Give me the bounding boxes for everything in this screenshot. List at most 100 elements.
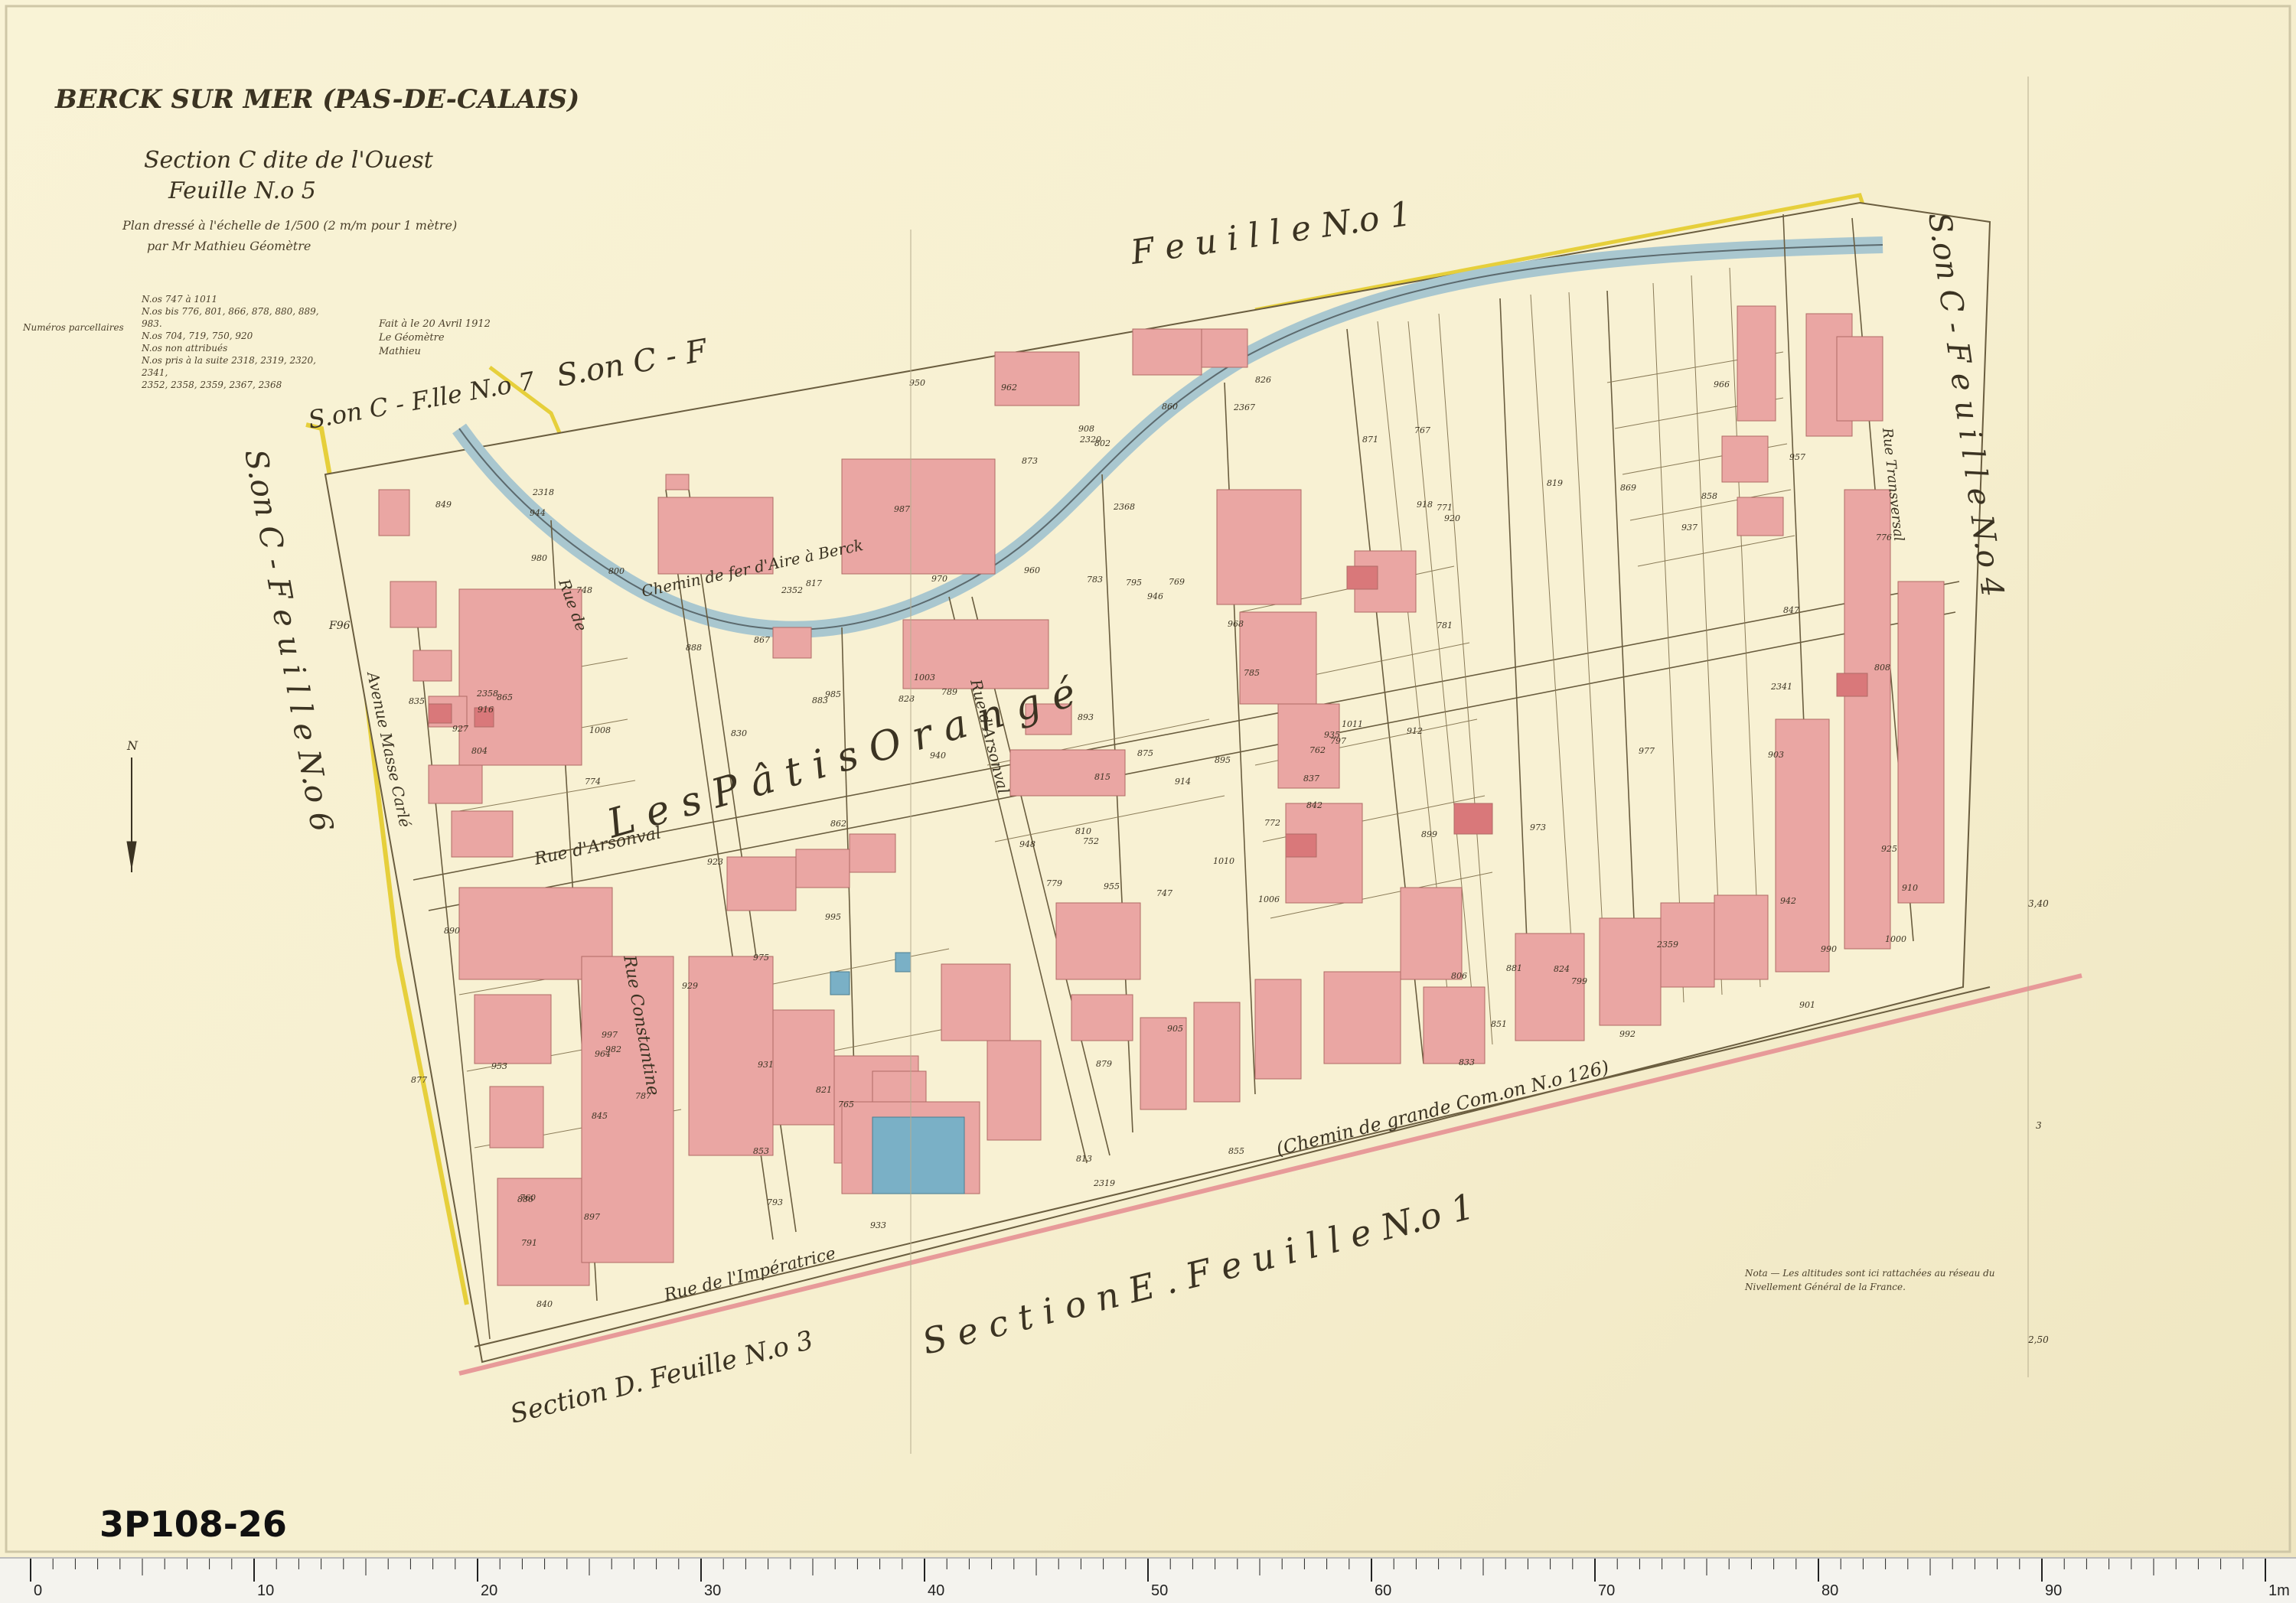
parcel-number: 923 [707,857,723,867]
parcel-number: 968 [1228,619,1244,629]
parcel-number: 948 [1019,839,1035,849]
parcel-number: 992 [1619,1029,1636,1039]
attestation: Fait à le 20 Avril 1912 Le Géomètre Math… [379,318,491,359]
parcel-number: 966 [1714,380,1730,389]
parcel-number: 1008 [589,725,611,735]
elevation-mark: 2,50 [2027,1334,2049,1345]
parcel-number: 787 [635,1091,651,1101]
parcel-number: 867 [754,635,770,645]
parcel-number: 789 [941,687,957,697]
label-north-sheet: F e u i l l e N.o 1 [1127,194,1414,272]
parcel-number: 783 [1087,575,1103,585]
legend-row: N.os non attribués [142,343,228,354]
parcel-number: 833 [1459,1057,1475,1067]
label-north-west: S.on C - F [554,333,711,394]
parcel-number: 2358 [476,689,498,699]
parcel-number: 2367 [1233,402,1255,412]
ruler-label: 20 [481,1582,497,1599]
parcel-number: 849 [435,500,452,510]
parcel-number: 842 [1306,800,1322,810]
parcel-number: 927 [452,724,468,734]
parcel-number: 865 [497,692,513,702]
parcel-number: 837 [1303,774,1319,784]
parcel-number: 771 [1437,503,1453,513]
parcel-number: 879 [1096,1059,1112,1069]
parcel-number: 800 [608,566,625,576]
elevation-mark: 3,40 [2028,898,2049,909]
parcel-number: 869 [1620,483,1636,493]
water-basin-tiny [895,952,912,973]
parcel-number: 795 [1126,578,1142,588]
legend-row: N.os 747 à 1011 [142,294,217,305]
parcel-number: 942 [1780,896,1796,906]
water-basin [872,1116,965,1194]
parcel-number: 973 [1530,823,1546,832]
parcel-number: 962 [1001,383,1017,393]
elevation-mark: F96 [328,620,351,632]
legend-row: 2352, 2358, 2359, 2367, 2368 [142,380,282,390]
parcel-number: 2318 [532,487,554,497]
parcel-number: 920 [1444,513,1460,523]
parcel-number: 769 [1169,577,1185,587]
parcel-number: 905 [1167,1024,1183,1034]
parcel-number: 970 [931,574,947,584]
parcel-number: 912 [1407,726,1423,736]
parcel-number: 903 [1768,750,1784,760]
parcel-number: 748 [576,585,592,595]
parcel-number: 931 [758,1060,774,1070]
parcel-number: 785 [1244,668,1260,678]
legend-label: Numéros parcellaires [23,322,124,333]
parcel-number: 918 [1417,500,1433,510]
ruler-label: 10 [257,1582,274,1599]
parcel-number: 2368 [1113,502,1135,512]
parcel-number: 824 [1554,964,1570,974]
elevation-mark: 3 [2036,1120,2042,1131]
parcel-number: 933 [870,1220,886,1230]
parcel-number: 901 [1799,1000,1815,1010]
parcel-number: 908 [1078,424,1094,434]
parcel-number: 1010 [1213,856,1234,866]
parcel-number: 957 [1789,452,1805,462]
parcel-number: 765 [838,1100,854,1109]
sheet-number: Feuille N.o 5 [168,178,316,204]
parcel-number: 772 [1264,818,1280,828]
parcel-number: 847 [1783,605,1799,615]
parcel-number: 855 [1228,1146,1244,1156]
parcel-number: 2320 [1079,435,1101,445]
parcel-number: 935 [1324,730,1340,740]
ruler-label: 0 [34,1582,42,1599]
parcel-number: 815 [1094,772,1110,782]
parcel-number: 888 [686,643,702,653]
parcel-number: 886 [517,1194,533,1204]
parcel-number: 997 [602,1030,618,1040]
parcel-number: 830 [731,728,747,738]
ruler-scale: 0 10 20 30 40 50 60 70 80 90 1m [30,1559,2290,1599]
parcel-number: 851 [1491,1019,1507,1029]
ruler-label: 90 [2045,1582,2062,1599]
parcel-number: 774 [585,777,601,787]
parcel-number: 929 [682,981,698,991]
parcel-number: 747 [1156,888,1172,898]
parcel-number: 2341 [1770,682,1792,692]
label-west: S.on C - F e u i l l e N.o 6 [237,447,339,835]
north-arrow: N [126,738,139,872]
parcel-number: 853 [753,1146,769,1156]
parcel-number: 821 [816,1085,832,1095]
ruler-label: 70 [1598,1582,1615,1599]
parcel-number: 990 [1821,944,1837,954]
note-line: Nota — Les altitudes sont ici rattachées… [1745,1268,1995,1279]
parcel-number: 890 [444,926,460,936]
parcel-number: 975 [753,953,769,963]
parcel-number: 1003 [914,673,935,683]
parcel-number: 925 [1881,844,1897,854]
attestation-role: Le Géomètre [379,332,445,344]
parcel-number: 819 [1547,478,1563,488]
parcel-number: 995 [825,912,841,922]
water-basin-small [830,971,850,995]
parcel-number: 1006 [1258,894,1280,904]
parcel-number: 982 [605,1044,621,1054]
signature: Mathieu [379,346,421,357]
measuring-ruler: 0 10 20 30 40 50 60 70 80 90 1m [0,1557,2296,1603]
parcel-number: 987 [894,504,910,514]
parcel-number: 897 [584,1212,600,1222]
